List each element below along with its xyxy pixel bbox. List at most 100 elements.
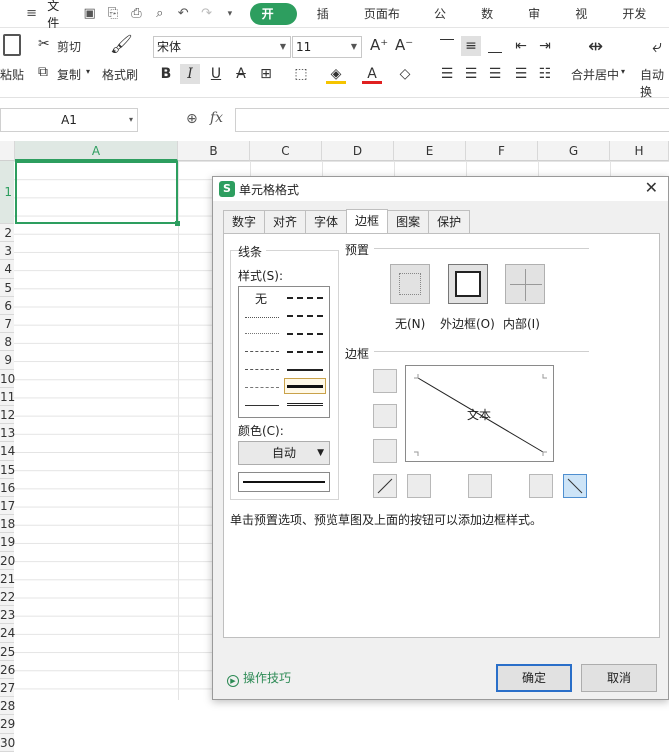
column-header-f[interactable]: F [466,141,538,161]
row-header[interactable]: 6 [0,296,14,315]
tab-page-layout[interactable]: 页面布局 [352,3,422,43]
row-header[interactable]: 23 [0,606,15,625]
increase-font-icon[interactable]: A⁺ [370,36,388,54]
line-style-option[interactable] [245,369,279,370]
clear-format-icon[interactable]: ◇ [395,64,415,84]
paste-label[interactable]: 粘贴 [0,66,24,83]
row-header[interactable]: 19 [0,533,15,552]
row-header[interactable]: 3 [0,242,14,261]
line-style-option[interactable] [287,369,323,371]
row-header[interactable]: 15 [0,460,15,479]
fx-icon[interactable]: fx [210,110,223,126]
file-menu[interactable]: ≡ 文件 [20,0,70,31]
print-icon[interactable]: ⎙ [129,6,144,22]
line-style-list[interactable]: 无 [238,286,330,418]
column-header-d[interactable]: D [322,141,394,161]
line-style-option[interactable] [287,351,323,353]
row-header[interactable]: 10 [0,369,15,388]
border-middle-horizontal-button[interactable] [373,404,397,428]
row-header[interactable]: 14 [0,442,15,461]
font-name-select[interactable]: 宋体 ▼ [153,36,291,58]
selected-cell-a1[interactable] [15,161,180,226]
preset-none-button[interactable] [390,264,430,304]
preset-outline-button[interactable] [448,264,488,304]
tab-pattern[interactable]: 图案 [387,210,430,233]
line-style-option[interactable] [287,297,323,299]
line-style-option[interactable] [287,333,323,335]
strikethrough-icon[interactable]: A [231,64,251,84]
format-painter-button[interactable]: 格式刷 [102,66,138,83]
redo-icon[interactable]: ↷ [199,6,214,22]
row-header[interactable]: 16 [0,478,15,497]
dialog-titlebar[interactable]: S 单元格格式 ✕ [213,177,668,201]
row-header[interactable]: 18 [0,515,15,534]
italic-button[interactable]: I [180,64,200,84]
tab-insert[interactable]: 插入 [305,3,352,43]
tab-alignment[interactable]: 对齐 [264,210,307,233]
tab-number[interactable]: 数字 [223,210,266,233]
column-header-c[interactable]: C [250,141,322,161]
formula-input[interactable] [235,108,669,132]
print-preview-icon[interactable]: ⌕ [152,6,167,22]
tab-border[interactable]: 边框 [346,209,389,233]
select-all-corner[interactable] [0,141,15,161]
close-icon[interactable]: ✕ [645,178,658,197]
border-diagonal-down-button[interactable] [563,474,587,498]
line-style-option[interactable] [245,351,279,352]
column-header-b[interactable]: B [178,141,250,161]
zoom-icon[interactable]: ⊕ [186,111,198,127]
column-header-a[interactable]: A [15,141,178,161]
save-icon[interactable]: ▣ [82,6,97,22]
line-style-option[interactable] [287,385,323,388]
tab-view[interactable]: 视图 [563,3,610,43]
border-middle-vertical-button[interactable] [468,474,492,498]
row-header[interactable]: 1 [0,161,14,224]
font-size-select[interactable]: 11 ▼ [292,36,362,58]
row-header[interactable]: 22 [0,588,15,607]
preset-none-label[interactable]: 无(N) [395,315,425,332]
row-header[interactable]: 24 [0,624,15,643]
line-style-option[interactable] [287,403,323,406]
outdent-icon[interactable]: ⇤ [511,36,531,56]
preset-inside-button[interactable] [505,264,545,304]
row-header[interactable]: 21 [0,569,15,588]
row-header[interactable]: 17 [0,497,15,516]
row-header[interactable]: 12 [0,406,15,425]
tab-font[interactable]: 字体 [305,210,348,233]
line-style-option[interactable] [245,317,279,318]
tab-data[interactable]: 数据 [469,3,516,43]
row-header[interactable]: 25 [0,642,15,661]
row-header[interactable]: 8 [0,333,14,352]
tips-link[interactable]: ▶ 操作技巧 [227,669,291,687]
column-header-e[interactable]: E [394,141,466,161]
underline-button[interactable]: U [206,64,226,84]
align-left-icon[interactable]: ☰ [437,64,457,84]
preset-outline-label[interactable]: 外边框(O) [440,315,495,332]
tab-protection[interactable]: 保护 [428,210,471,233]
borders-icon[interactable]: ⊞ [256,64,276,84]
copy-button[interactable]: 复制 [57,66,81,83]
border-bottom-button[interactable] [373,439,397,463]
row-header[interactable]: 9 [0,351,14,370]
line-style-option[interactable] [287,315,323,317]
border-diagonal-up-button[interactable] [373,474,397,498]
column-header-h[interactable]: H [610,141,669,161]
export-icon[interactable]: ⎘ [105,6,120,22]
tab-review[interactable]: 审阅 [516,3,563,43]
line-style-option[interactable] [245,387,279,388]
cut-button[interactable]: 剪切 [57,38,81,55]
border-preview[interactable]: 文本 [405,365,554,462]
row-header[interactable]: 7 [0,315,14,334]
align-bottom-icon[interactable]: ⎽ [485,36,505,56]
tab-formulas[interactable]: 公式 [422,3,469,43]
customize-dropdown-icon[interactable]: ▾ [222,6,237,22]
line-style-none[interactable]: 无 [255,290,267,307]
tab-home[interactable]: 开始 [249,2,297,43]
line-style-option[interactable] [245,405,279,406]
undo-icon[interactable]: ↶ [176,6,191,22]
align-right-icon[interactable]: ☰ [485,64,505,84]
font-color-icon[interactable]: A [362,64,382,84]
row-header[interactable]: 30 [0,733,15,752]
align-center-icon[interactable]: ☰ [461,64,481,84]
row-header[interactable]: 5 [0,278,14,297]
